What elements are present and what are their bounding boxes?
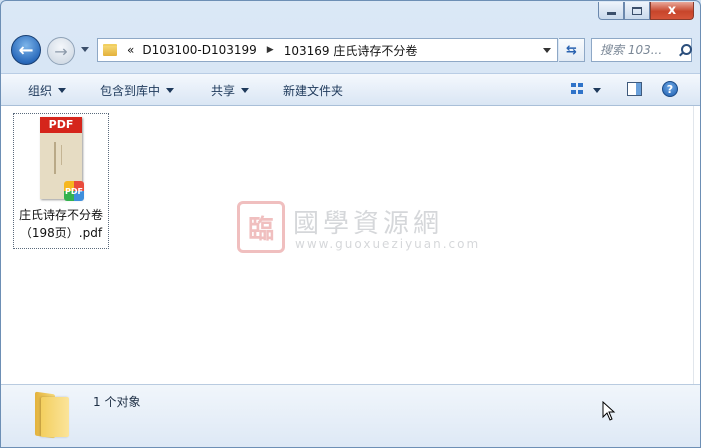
command-bar: 组织 包含到库中 共享 新建文件夹 ? (1, 73, 700, 106)
breadcrumb-separator-icon[interactable]: ▶ (267, 45, 274, 55)
chevron-down-icon (58, 88, 67, 93)
manuscript-mark (61, 145, 62, 165)
new-folder-label: 新建文件夹 (283, 84, 344, 98)
explorer-window: x ← → « D103100-D103199 ▶ 103169 庄氏诗存不分卷… (0, 0, 701, 448)
forward-button[interactable]: → (47, 37, 75, 65)
search-box (591, 38, 692, 62)
pdf-thumbnail: PDF PDF (40, 117, 84, 201)
vertical-scrollbar[interactable] (693, 106, 700, 384)
seal-logo-icon: 臨 (237, 201, 285, 253)
maximize-button[interactable] (624, 2, 650, 20)
manuscript-mark (54, 142, 56, 174)
file-name-line1: 庄氏诗存不分卷 (18, 208, 103, 222)
refresh-icon: ⇆ (566, 42, 577, 58)
change-view-icon[interactable] (571, 83, 585, 95)
maximize-icon (632, 6, 642, 15)
pdf-badge-label: PDF (65, 186, 83, 196)
arrow-right-icon: → (54, 41, 68, 61)
back-button[interactable]: ← (11, 35, 41, 65)
pdf-header: PDF (40, 117, 82, 133)
chevron-down-icon (241, 88, 250, 93)
include-in-library-menu[interactable]: 包含到库中 (100, 82, 175, 99)
navigation-bar: ← → « D103100-D103199 ▶ 103169 庄氏诗存不分卷 ⇆ (1, 31, 700, 69)
breadcrumb-item-current[interactable]: 103169 庄氏诗存不分卷 (284, 42, 418, 59)
search-input[interactable] (598, 42, 676, 58)
preview-pane-icon[interactable] (627, 82, 642, 96)
watermark-url: www.guoxueziyuan.com (295, 237, 481, 251)
address-dropdown-button[interactable] (543, 47, 551, 53)
refresh-button[interactable]: ⇆ (559, 38, 585, 62)
pdf-app-icon: PDF (64, 181, 84, 201)
recent-pages-dropdown[interactable] (81, 47, 89, 52)
close-button[interactable]: x (650, 2, 694, 20)
organize-menu[interactable]: 组织 (28, 82, 67, 99)
chevron-down-icon (166, 88, 175, 93)
file-item[interactable]: PDF PDF 庄氏诗存不分卷 （198页）.pdf (13, 113, 109, 249)
include-in-library-label: 包含到库中 (100, 84, 161, 98)
view-options-dropdown-icon[interactable] (593, 88, 601, 93)
file-list-area[interactable]: PDF PDF 庄氏诗存不分卷 （198页）.pdf 臨 國學資源網 www.g… (1, 106, 693, 384)
minimize-button[interactable] (598, 2, 624, 20)
minimize-icon (606, 12, 616, 15)
share-menu[interactable]: 共享 (211, 82, 250, 99)
help-icon[interactable]: ? (662, 81, 678, 97)
arrow-left-icon: ← (18, 39, 34, 61)
breadcrumb-overflow[interactable]: « (127, 43, 134, 57)
file-name-line2: （198页）.pdf (19, 226, 103, 240)
watermark: 臨 國學資源網 www.guoxueziyuan.com (237, 201, 507, 261)
organize-label: 组织 (28, 84, 53, 98)
caption-buttons: x (598, 2, 694, 20)
close-icon: x (667, 3, 677, 18)
breadcrumb-item-parent[interactable]: D103100-D103199 (142, 43, 256, 57)
folder-large-icon (31, 391, 69, 439)
details-pane: 1 个对象 (1, 384, 700, 447)
folder-icon (103, 44, 117, 56)
file-name: 庄氏诗存不分卷 （198页）.pdf (14, 206, 108, 242)
watermark-title: 國學資源網 (293, 209, 444, 239)
address-bar[interactable]: « D103100-D103199 ▶ 103169 庄氏诗存不分卷 (97, 38, 558, 62)
item-count: 1 个对象 (93, 395, 141, 409)
share-label: 共享 (211, 84, 236, 98)
search-icon[interactable] (678, 43, 692, 57)
new-folder-button[interactable]: 新建文件夹 (283, 82, 343, 99)
